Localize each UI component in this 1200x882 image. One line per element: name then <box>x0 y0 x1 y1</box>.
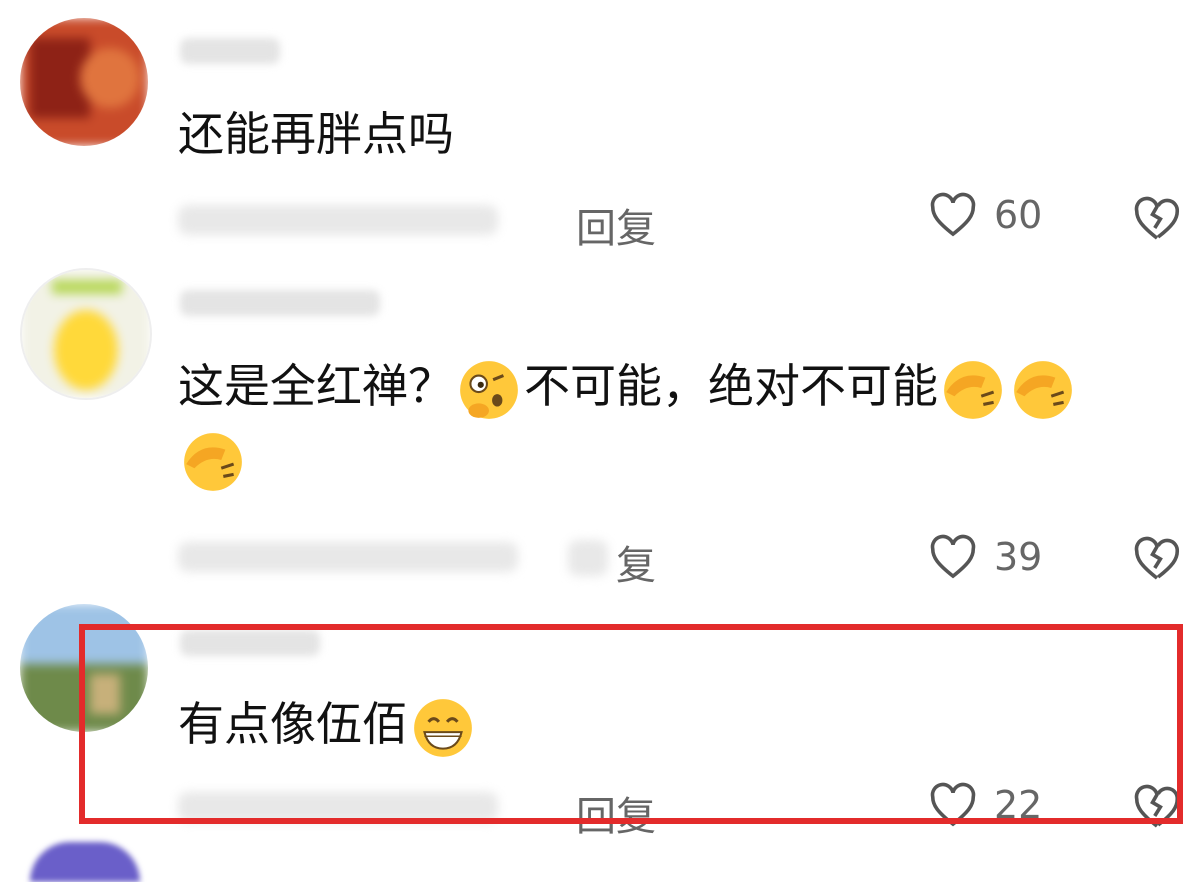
heart-outline-icon <box>930 534 976 579</box>
broken-heart-icon <box>1134 196 1180 240</box>
avatar[interactable] <box>20 268 152 400</box>
facepalm-emoji <box>944 360 1002 419</box>
next-comment-avatar[interactable] <box>30 842 140 882</box>
username-blurred[interactable] <box>180 38 280 64</box>
broken-heart-icon <box>1134 536 1180 580</box>
reply-button[interactable]: 复 <box>616 533 656 591</box>
comment-text: 还能再胖点吗 <box>178 107 454 161</box>
facepalm-emoji <box>1014 360 1072 419</box>
dislike-button[interactable] <box>1130 532 1184 590</box>
facepalm-emoji <box>184 433 242 491</box>
comment-text: 这是全红禅？ 不可能，绝对不可能 <box>178 350 1198 495</box>
reply-button[interactable]: 回复 <box>576 196 656 254</box>
like-count: 60 <box>994 193 1043 237</box>
like-button[interactable]: 60 <box>926 188 1042 242</box>
username-blurred[interactable] <box>180 290 380 316</box>
avatar[interactable] <box>20 18 148 146</box>
like-count: 39 <box>994 535 1043 579</box>
comment-text-part: 不可能，绝对不可能 <box>524 359 938 413</box>
like-button[interactable]: 39 <box>926 530 1042 584</box>
comment-meta-blurred <box>178 205 498 235</box>
comment-meta-blurred <box>178 542 518 572</box>
reply-prefix-blurred <box>568 540 608 576</box>
highlight-box <box>79 624 1183 824</box>
heart-outline-icon <box>930 192 976 237</box>
thinking-face-emoji <box>460 360 518 419</box>
dislike-button[interactable] <box>1130 192 1184 250</box>
comment-text-part: 这是全红禅？ <box>178 359 454 413</box>
